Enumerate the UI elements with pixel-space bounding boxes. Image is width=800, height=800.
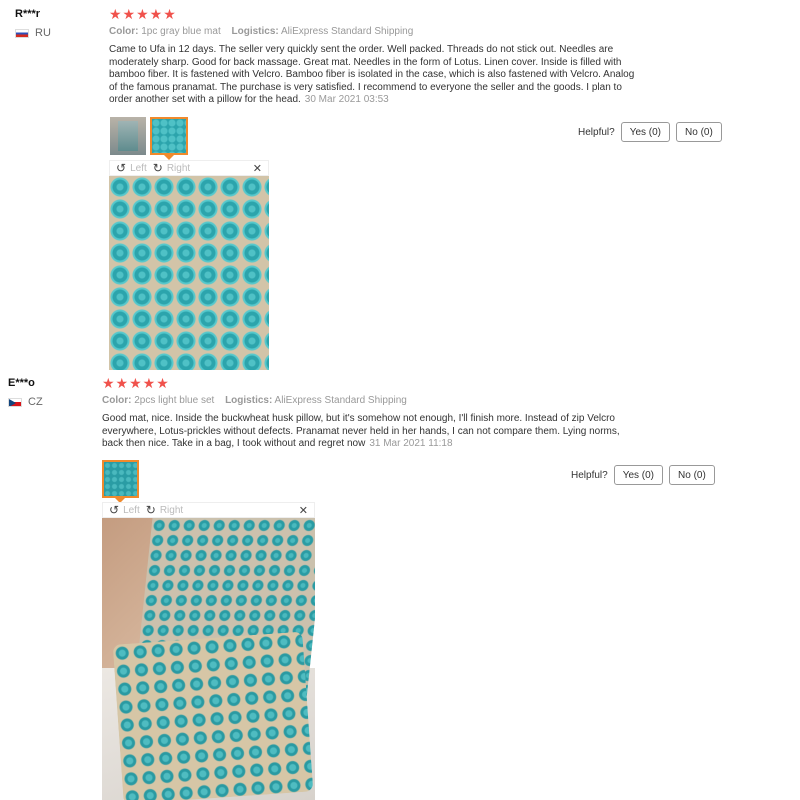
flag-ru-icon	[15, 28, 29, 38]
review-body: Good mat, nice. Inside the buckwheat hus…	[102, 413, 620, 450]
helpful-label: Helpful?	[578, 126, 615, 138]
review-thumbnail[interactable]	[110, 117, 146, 155]
review-meta: Color: 2pcs light blue set Logistics: Al…	[102, 395, 407, 406]
rotate-right-label: Right	[159, 504, 184, 516]
review-photo-large	[109, 176, 269, 370]
rotate-left-icon: ↺	[116, 161, 127, 175]
reviewer-name: E***o	[8, 377, 35, 389]
rotate-right-control[interactable]: ↻ Right	[146, 503, 183, 517]
rotate-left-label: Left	[130, 162, 147, 174]
rotate-right-icon: ↻	[152, 161, 163, 175]
helpful-no-button[interactable]: No (0)	[676, 122, 722, 142]
review-photo-large	[102, 518, 315, 800]
reviewer-country: RU	[15, 27, 51, 39]
rotate-left-control[interactable]: ↺ Left	[116, 161, 147, 175]
color-value: 2pcs light blue set	[134, 395, 215, 406]
color-value: 1pc gray blue mat	[141, 26, 221, 37]
review-meta: Color: 1pc gray blue mat Logistics: AliE…	[109, 26, 413, 37]
color-label: Color:	[102, 395, 132, 406]
image-viewer-toolbar: ↺ Left ↻ Right ✕	[109, 160, 269, 176]
close-icon[interactable]: ✕	[253, 162, 262, 175]
country-code: RU	[35, 27, 51, 39]
close-icon[interactable]: ✕	[299, 504, 308, 517]
country-code: CZ	[28, 396, 43, 408]
reviewer-country: CZ	[8, 396, 43, 408]
logistics-label: Logistics:	[231, 26, 279, 37]
review-text: Good mat, nice. Inside the buckwheat hus…	[102, 413, 637, 451]
reviewer-name: R***r	[15, 8, 41, 20]
rotate-left-control[interactable]: ↺ Left	[109, 503, 140, 517]
review-date: 31 Mar 2021 11:18	[369, 438, 453, 450]
review-text: Came to Ufa in 12 days. The seller very …	[109, 44, 639, 107]
helpful-yes-button[interactable]: Yes (0)	[613, 465, 664, 485]
review-date: 30 Mar 2021 03:53	[304, 94, 389, 106]
rotate-right-control[interactable]: ↻ Right	[153, 161, 190, 175]
helpful-yes-button[interactable]: Yes (0)	[620, 122, 671, 142]
helpful-section: Helpful? Yes (0) No (0)	[571, 465, 715, 485]
color-label: Color:	[109, 26, 139, 37]
logistics-label: Logistics:	[225, 395, 273, 406]
rotate-right-icon: ↻	[145, 503, 156, 517]
rotate-left-icon: ↺	[109, 503, 120, 517]
review-thumbnail-selected[interactable]	[150, 117, 188, 155]
logistics-value: AliExpress Standard Shipping	[274, 395, 407, 406]
helpful-label: Helpful?	[571, 469, 608, 481]
thumbnail-image	[118, 121, 138, 151]
photo-pillow	[112, 631, 314, 800]
star-rating: ★★★★★	[109, 6, 177, 22]
helpful-section: Helpful? Yes (0) No (0)	[578, 122, 722, 142]
rotate-left-label: Left	[123, 504, 140, 516]
helpful-no-button[interactable]: No (0)	[669, 465, 715, 485]
review-thumbnail-selected[interactable]	[102, 460, 139, 498]
logistics-value: AliExpress Standard Shipping	[280, 26, 414, 37]
image-viewer-toolbar: ↺ Left ↻ Right ✕	[102, 502, 315, 518]
flag-cz-icon	[8, 397, 22, 407]
star-rating: ★★★★★	[102, 375, 170, 391]
rotate-right-label: Right	[166, 162, 191, 174]
